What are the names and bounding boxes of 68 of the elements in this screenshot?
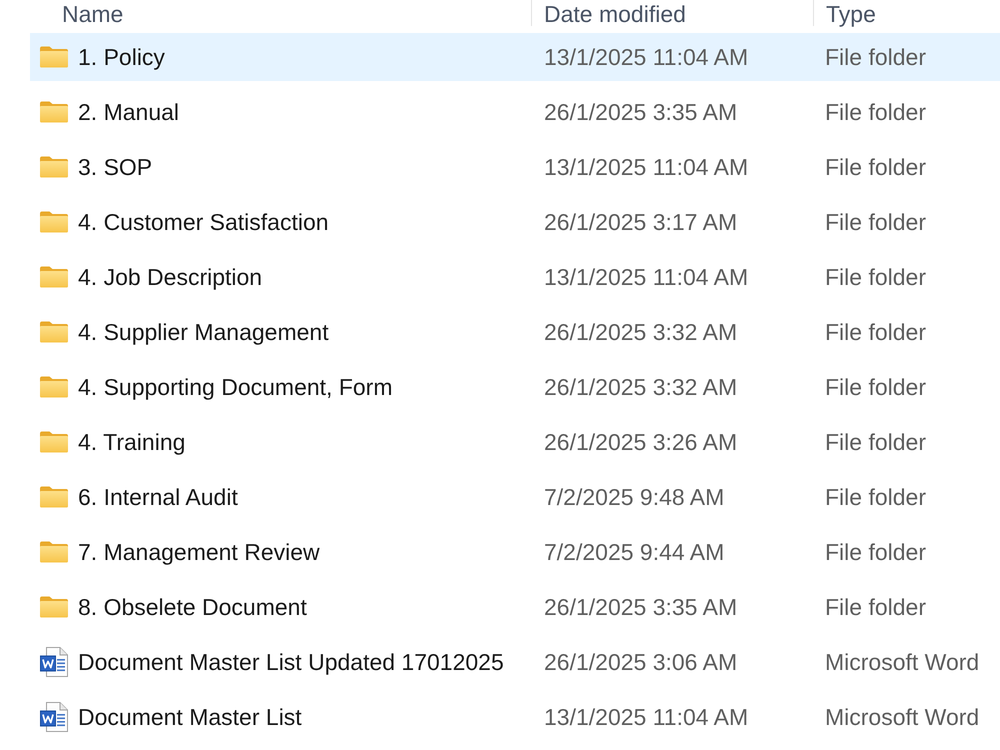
file-name: 4. Supporting Document, Form bbox=[78, 373, 392, 401]
date-modified-text: 26/1/2025 3:32 AM bbox=[543, 319, 738, 345]
document-icon bbox=[40, 647, 68, 677]
file-row[interactable]: 2. Manual 26/1/2025 3:35 AM File folder bbox=[30, 88, 1000, 136]
folder-icon bbox=[40, 101, 68, 123]
file-type-text: File folder bbox=[824, 154, 926, 180]
file-name: 6. Internal Audit bbox=[78, 483, 238, 511]
file-row[interactable]: Document Master List 13/1/2025 11:04 AM Microsoft Word bbox=[30, 693, 1000, 741]
file-name: 4. Job Description bbox=[78, 263, 262, 291]
file-row[interactable]: 7. Management Review 7/2/2025 9:44 AM File folder bbox=[30, 528, 1000, 576]
date-modified-text: 26/1/2025 3:35 AM bbox=[543, 99, 738, 125]
date-modified-text: 26/1/2025 3:35 AM bbox=[543, 594, 738, 620]
file-type-text: File folder bbox=[824, 484, 926, 510]
file-name: 2. Manual bbox=[78, 98, 180, 126]
folder-icon bbox=[40, 431, 68, 453]
file-row[interactable]: 4. Supplier Management 26/1/2025 3:32 AM File folder bbox=[30, 308, 1000, 356]
file-name: 8. Obselete Document bbox=[78, 593, 307, 621]
file-row[interactable]: 6. Internal Audit 7/2/2025 9:48 AM File folder bbox=[30, 473, 1000, 521]
file-row[interactable]: 4. Customer Satisfaction 26/1/2025 3:17 AM File folder bbox=[30, 198, 1000, 246]
file-type-text: File folder bbox=[824, 99, 926, 125]
file-name: Document Master List bbox=[78, 703, 302, 731]
column-header[interactable]: Date modified bbox=[531, 0, 813, 26]
folder-icon bbox=[40, 486, 68, 508]
file-row[interactable]: 4. Training 26/1/2025 3:26 AM File folder bbox=[30, 418, 1000, 466]
file-name: 3. SOP bbox=[78, 153, 152, 181]
file-type-text: File folder bbox=[824, 539, 926, 565]
folder-icon bbox=[40, 46, 68, 68]
file-type-text: File folder bbox=[824, 209, 926, 235]
date-modified-text: 13/1/2025 11:04 AM bbox=[543, 704, 748, 730]
file-type-text: File folder bbox=[824, 264, 926, 290]
file-row[interactable]: 4. Supporting Document, Form 26/1/2025 3:32 AM File folder bbox=[30, 363, 1000, 411]
column-header[interactable]: Type bbox=[813, 0, 1000, 26]
date-modified-text: 26/1/2025 3:06 AM bbox=[543, 649, 738, 675]
file-type-text: File folder bbox=[824, 44, 926, 70]
file-row[interactable]: 1. Policy 13/1/2025 11:04 AM File folder bbox=[30, 33, 1000, 81]
file-row[interactable]: 8. Obselete Document 26/1/2025 3:35 AM File folder bbox=[30, 583, 1000, 631]
file-name: Document Master List Updated 17012025 bbox=[78, 648, 504, 676]
file-name: 4. Training bbox=[78, 428, 186, 456]
file-type-text: File folder bbox=[824, 374, 926, 400]
file-type-text: File folder bbox=[824, 594, 926, 620]
folder-icon bbox=[40, 211, 68, 233]
file-type-text: File folder bbox=[824, 429, 926, 455]
date-modified-text: 13/1/2025 11:04 AM bbox=[543, 264, 748, 290]
date-modified-text: 13/1/2025 11:04 AM bbox=[543, 154, 748, 180]
folder-icon bbox=[40, 596, 68, 618]
file-name: 1. Policy bbox=[78, 43, 165, 71]
document-icon bbox=[40, 702, 68, 732]
date-modified-text: 7/2/2025 9:48 AM bbox=[543, 484, 724, 510]
file-name: 4. Supplier Management bbox=[78, 318, 329, 346]
file-type-text: Microsoft Word bbox=[824, 704, 980, 730]
file-row[interactable]: Document Master List Updated 17012025 26/1/2025 3:06 AM Microsoft Word bbox=[30, 638, 1000, 686]
file-type-text: File folder bbox=[824, 319, 926, 345]
date-modified-text: 7/2/2025 9:44 AM bbox=[543, 539, 724, 565]
folder-icon bbox=[40, 321, 68, 343]
date-modified-text: 26/1/2025 3:32 AM bbox=[543, 374, 738, 400]
file-name: 7. Management Review bbox=[78, 538, 320, 566]
date-modified-text: 26/1/2025 3:17 AM bbox=[543, 209, 738, 235]
file-row[interactable]: 4. Job Description 13/1/2025 11:04 AM File folder bbox=[30, 253, 1000, 301]
folder-icon bbox=[40, 376, 68, 398]
file-type-text: Microsoft Word bbox=[824, 649, 980, 675]
folder-icon bbox=[40, 266, 68, 288]
file-row[interactable]: 3. SOP 13/1/2025 11:04 AM File folder bbox=[30, 143, 1000, 191]
date-modified-text: 26/1/2025 3:26 AM bbox=[543, 429, 738, 455]
file-name: 4. Customer Satisfaction bbox=[78, 208, 329, 236]
column-header[interactable]: Name bbox=[30, 0, 531, 26]
folder-icon bbox=[40, 541, 68, 563]
date-modified-text: 13/1/2025 11:04 AM bbox=[543, 44, 748, 70]
folder-icon bbox=[40, 156, 68, 178]
